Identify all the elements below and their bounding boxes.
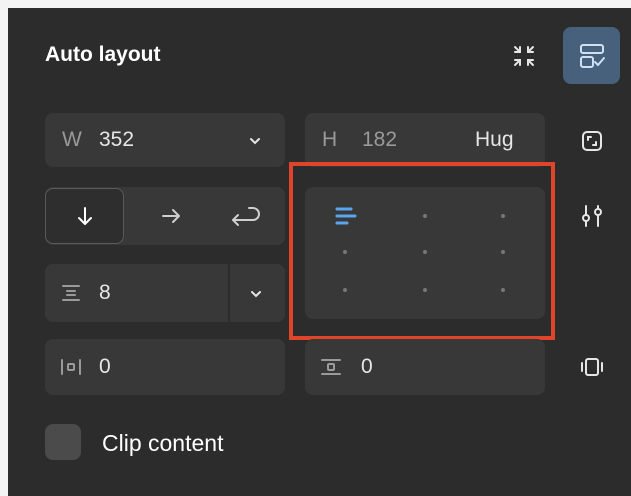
gap-icon [62, 285, 80, 301]
resize-button[interactable] [574, 123, 610, 159]
layout-settings-button[interactable] [563, 27, 620, 84]
gap-divider [228, 264, 230, 322]
gap-chevron-down-icon[interactable] [249, 287, 263, 301]
settings-sliders-icon [582, 205, 602, 227]
height-value[interactable]: 182 [362, 128, 397, 152]
gap-value[interactable]: 8 [99, 281, 111, 305]
direction-horizontal-button[interactable] [131, 187, 211, 245]
vertical-padding-field[interactable]: 0 [305, 339, 545, 395]
arrow-down-icon [77, 207, 92, 225]
resize-icon [582, 131, 602, 151]
collapse-button[interactable] [500, 32, 548, 80]
direction-wrap-button[interactable] [205, 187, 285, 245]
horizontal-padding-value[interactable]: 0 [99, 355, 111, 379]
width-field[interactable]: W 352 [45, 113, 285, 167]
panel-title: Auto layout [45, 43, 161, 66]
collapse-icon [514, 46, 534, 66]
width-value[interactable]: 352 [99, 128, 134, 152]
vertical-padding-value[interactable]: 0 [361, 355, 373, 379]
horizontal-padding-icon [61, 359, 81, 375]
gap-field[interactable]: 8 [45, 264, 285, 322]
layout-settings-sliders-button[interactable] [574, 198, 610, 234]
padding-box-icon [581, 358, 603, 376]
vertical-padding-icon [321, 359, 341, 375]
direction-toggle-group [45, 187, 285, 245]
wrap-icon [232, 207, 260, 226]
width-label: W [62, 128, 82, 151]
layout-check-icon [579, 43, 605, 68]
alignment-highlight-box [289, 162, 555, 340]
chevron-down-icon[interactable] [248, 134, 262, 148]
arrow-right-icon [162, 209, 180, 223]
clip-content-label: Clip content [102, 430, 224, 456]
horizontal-padding-field[interactable]: 0 [45, 339, 285, 395]
height-mode[interactable]: Hug [475, 128, 514, 152]
clip-content-checkbox[interactable] [45, 424, 81, 460]
height-label: H [322, 128, 338, 151]
height-field[interactable]: H 182 Hug [305, 113, 545, 167]
individual-padding-button[interactable] [574, 349, 610, 385]
direction-vertical-button[interactable] [45, 188, 124, 244]
